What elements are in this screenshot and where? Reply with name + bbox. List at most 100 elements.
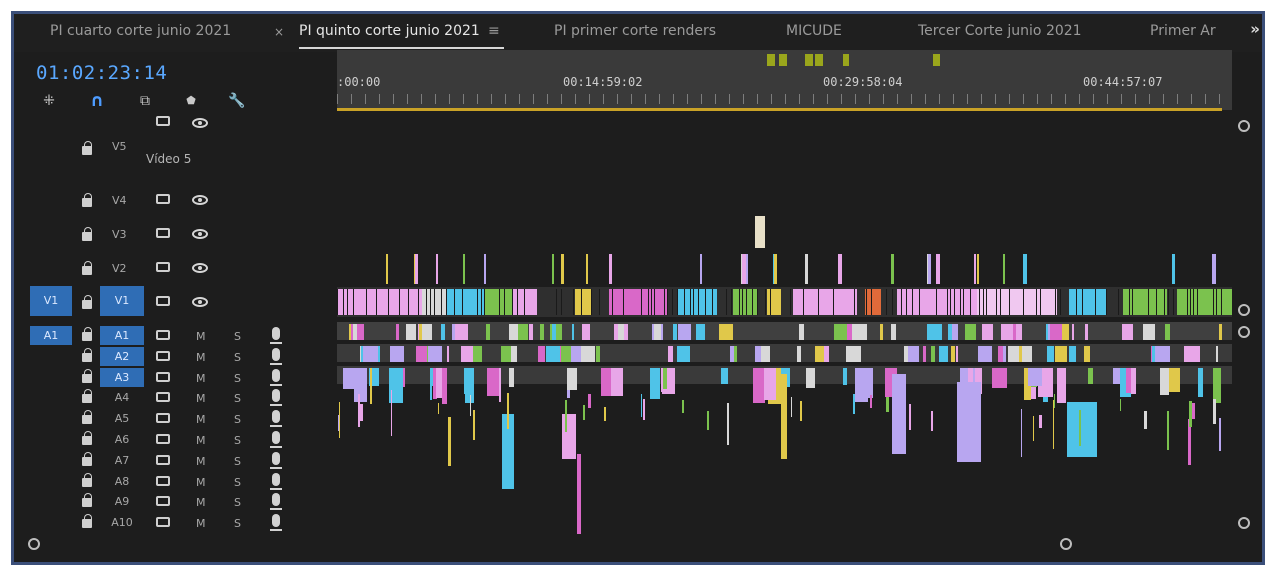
audio-clip[interactable] — [1079, 410, 1081, 446]
solo-track-button[interactable]: S — [234, 351, 241, 364]
clip-edit-line[interactable] — [1118, 289, 1119, 315]
audio-clip[interactable] — [781, 374, 787, 459]
voice-over-record-icon[interactable] — [270, 451, 282, 469]
magnet-icon[interactable]: ∩ — [86, 92, 108, 110]
audio-clip[interactable] — [1198, 368, 1203, 397]
audio-clip[interactable] — [1084, 346, 1090, 362]
v2-clip[interactable] — [805, 254, 808, 284]
tab-pi-quinto-corte[interactable]: PI quinto corte junio 2021 — [299, 23, 480, 39]
audio-clip[interactable] — [846, 346, 861, 362]
voice-over-record-icon[interactable] — [270, 368, 282, 386]
toggle-sync-lock-icon[interactable] — [156, 413, 170, 424]
clip-edit-line[interactable] — [651, 289, 652, 315]
v3-clip[interactable] — [755, 216, 765, 248]
clip-edit-line[interactable] — [512, 289, 513, 315]
clip-edit-line[interactable] — [1213, 289, 1214, 315]
v2-clip[interactable] — [746, 254, 748, 284]
lock-icon[interactable] — [82, 389, 92, 404]
audio-clip[interactable] — [363, 346, 378, 362]
sequence-marker[interactable] — [779, 54, 787, 66]
audio-clip[interactable] — [727, 403, 729, 445]
audio-clip[interactable] — [1033, 416, 1034, 441]
audio-clip[interactable] — [1167, 411, 1169, 450]
v1-clip[interactable] — [337, 289, 422, 315]
clip-edit-line[interactable] — [343, 289, 344, 315]
audio-clip[interactable] — [1016, 324, 1022, 340]
clip-edit-line[interactable] — [690, 289, 691, 315]
audio-clip[interactable] — [1067, 402, 1097, 457]
clip-edit-line[interactable] — [986, 289, 987, 315]
clip-edit-line[interactable] — [556, 289, 557, 315]
audio-clip[interactable] — [891, 324, 896, 340]
audio-clip[interactable] — [886, 397, 889, 412]
v1-clip[interactable] — [865, 289, 881, 315]
clip-edit-line[interactable] — [366, 289, 367, 315]
audio-clip[interactable] — [797, 346, 801, 362]
audio-clip[interactable] — [1213, 368, 1221, 403]
audio-clip[interactable] — [1219, 324, 1222, 340]
clip-edit-line[interactable] — [418, 289, 419, 315]
clip-edit-line[interactable] — [399, 289, 400, 315]
toggle-track-output-eye-icon[interactable] — [192, 263, 208, 273]
audio-clip[interactable] — [1165, 324, 1170, 340]
clip-edit-line[interactable] — [947, 289, 948, 315]
mute-track-button[interactable]: M — [196, 434, 206, 447]
clip-edit-line[interactable] — [892, 289, 893, 315]
lock-icon[interactable] — [82, 431, 92, 445]
v2-clip[interactable] — [700, 254, 702, 284]
tab-pi-primer-corte-renders[interactable]: PI primer corte renders — [554, 23, 716, 39]
audio-clip[interactable] — [507, 393, 509, 429]
lock-icon[interactable] — [82, 261, 92, 275]
audio-clip[interactable] — [1088, 368, 1093, 385]
solo-track-button[interactable]: S — [234, 372, 241, 385]
clip-edit-line[interactable] — [936, 289, 937, 315]
audio-clip[interactable] — [358, 394, 360, 427]
audio-clip[interactable] — [1072, 324, 1074, 340]
clip-edit-line[interactable] — [919, 289, 920, 315]
horizontal-zoom-handle-right[interactable] — [1060, 538, 1072, 550]
audio-clip[interactable] — [1143, 324, 1155, 340]
clip-edit-line[interactable] — [1187, 289, 1188, 315]
toggle-sync-lock-icon[interactable] — [156, 517, 170, 528]
audio-clip[interactable] — [998, 346, 1003, 362]
tab-micude[interactable]: MICUDE — [786, 23, 842, 39]
toggle-track-output-eye-icon[interactable] — [192, 229, 208, 239]
audio-clip[interactable] — [441, 324, 445, 340]
audio-clip[interactable] — [1050, 324, 1062, 340]
clip-edit-line[interactable] — [454, 289, 455, 315]
clip-edit-line[interactable] — [912, 289, 913, 315]
audio-clip[interactable] — [931, 346, 935, 362]
solo-track-button[interactable]: S — [234, 330, 241, 343]
mute-track-button[interactable]: M — [196, 392, 206, 405]
audio-clip[interactable] — [339, 402, 340, 438]
audio-clip[interactable] — [956, 346, 958, 362]
audio-clip[interactable] — [580, 346, 595, 362]
clip-edit-line[interactable] — [1173, 289, 1174, 315]
clip-edit-line[interactable] — [731, 289, 732, 315]
audio-clip[interactable] — [1131, 368, 1136, 394]
clip-edit-line[interactable] — [698, 289, 699, 315]
clip-edit-line[interactable] — [481, 289, 482, 315]
clip-edit-line[interactable] — [886, 289, 887, 315]
clip-edit-line[interactable] — [641, 289, 642, 315]
toggle-sync-lock-icon[interactable] — [156, 228, 170, 238]
audio-clip[interactable] — [852, 324, 862, 340]
clip-edit-line[interactable] — [1129, 289, 1130, 315]
clip-edit-line[interactable] — [983, 289, 984, 315]
v2-clip[interactable] — [586, 254, 588, 284]
audio-clip[interactable] — [696, 324, 705, 340]
v2-clip[interactable] — [936, 254, 940, 284]
audio-clip[interactable] — [892, 374, 906, 454]
clip-edit-line[interactable] — [1221, 289, 1222, 315]
lock-icon[interactable] — [82, 368, 92, 383]
clip-edit-line[interactable] — [739, 289, 740, 315]
clip-edit-line[interactable] — [654, 289, 655, 315]
lock-icon[interactable] — [82, 227, 92, 241]
marker-icon[interactable]: ⬟ — [180, 92, 202, 110]
audio-clip[interactable] — [529, 324, 533, 340]
audio-clip[interactable] — [370, 368, 372, 404]
audio-clip[interactable] — [1028, 368, 1042, 386]
audio-clip[interactable] — [643, 399, 645, 420]
audio-clip[interactable] — [982, 324, 993, 340]
audio-clip[interactable] — [707, 411, 709, 430]
